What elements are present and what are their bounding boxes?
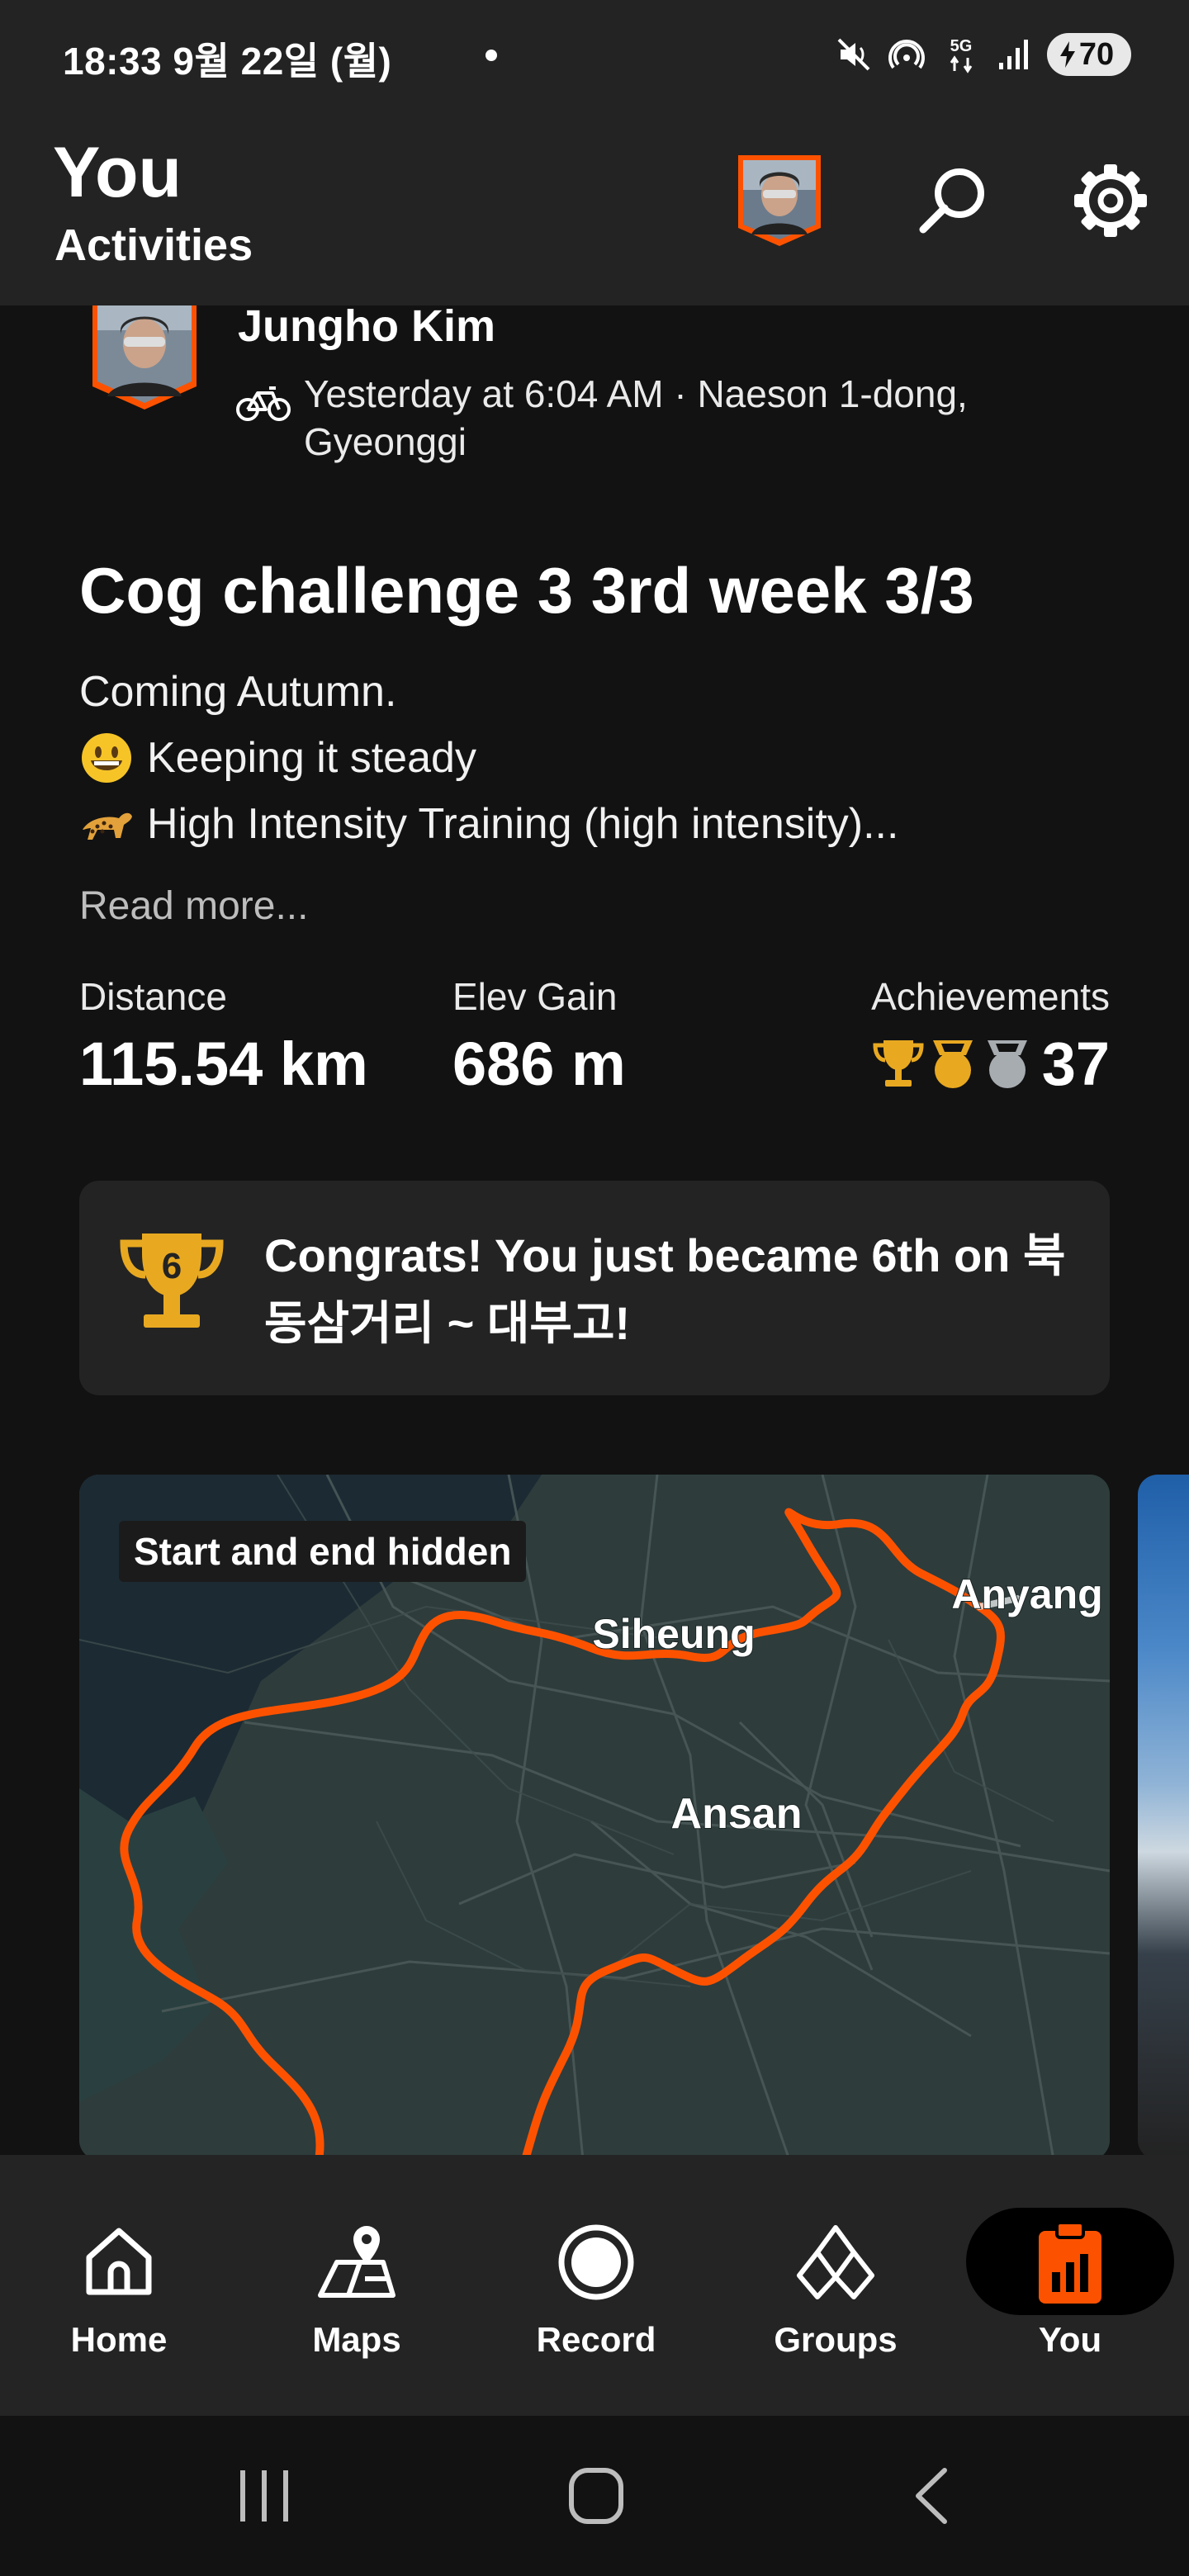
app-header: You Activities bbox=[0, 107, 1189, 305]
status-bar: 18:33 9월 22일 (월) 5G 70 bbox=[0, 0, 1189, 107]
back-button-icon[interactable] bbox=[908, 2465, 955, 2526]
charging-bolt-icon bbox=[1060, 41, 1075, 68]
profile-avatar[interactable] bbox=[733, 152, 826, 249]
map-place-label: Siheung bbox=[592, 1611, 755, 1657]
congrats-text: Congrats! You just became 6th on 북동삼거리 ~… bbox=[264, 1229, 1066, 1349]
page-title: You bbox=[53, 133, 182, 212]
activity-meta: Yesterday at 6:04 AM · Naeson 1-dong, Gy… bbox=[304, 372, 968, 463]
achievements-count: 37 bbox=[1041, 1030, 1110, 1098]
trophy-icon bbox=[873, 1039, 924, 1087]
battery-indicator: 70 bbox=[1047, 33, 1131, 76]
settings-gear-icon[interactable] bbox=[1065, 155, 1156, 246]
notification-dot-icon bbox=[486, 50, 497, 61]
stat-distance: Distance 115.54 km bbox=[79, 974, 368, 1099]
achievements-row: 37 bbox=[871, 1029, 1110, 1099]
stat-label: Elev Gain bbox=[452, 975, 618, 1018]
description-text: High Intensity Training (high intensity)… bbox=[147, 800, 899, 848]
battery-level: 70 bbox=[1078, 36, 1115, 72]
nav-label: Record bbox=[536, 2320, 656, 2359]
description-line: Coming Autumn. bbox=[79, 659, 898, 725]
athlete-avatar[interactable] bbox=[89, 305, 200, 413]
stat-elevation: Elev Gain 686 m bbox=[452, 974, 626, 1099]
nav-tab-home[interactable]: Home bbox=[36, 2155, 201, 2416]
bike-icon bbox=[236, 386, 291, 421]
activity-photo[interactable] bbox=[1138, 1475, 1189, 2155]
gold-medal-icon bbox=[932, 1039, 973, 1088]
nav-tab-maps[interactable]: Maps bbox=[274, 2155, 439, 2416]
system-nav-bar bbox=[0, 2416, 1189, 2576]
stat-label: Distance bbox=[79, 975, 227, 1018]
trophy-rank-icon: 6 bbox=[120, 1234, 224, 1328]
description-text: Keeping it steady bbox=[147, 734, 476, 782]
nav-tab-groups[interactable]: Groups bbox=[753, 2155, 918, 2416]
nav-tab-record[interactable]: Record bbox=[514, 2155, 679, 2416]
status-icons: 5G 70 bbox=[836, 30, 1131, 79]
page-subtitle[interactable]: Activities bbox=[54, 220, 253, 271]
description-line: High Intensity Training (high intensity)… bbox=[79, 791, 898, 857]
description-text: Coming Autumn. bbox=[79, 668, 397, 716]
recent-apps-icon[interactable] bbox=[236, 2465, 292, 2526]
home-icon bbox=[86, 2228, 152, 2295]
signal-icon bbox=[999, 40, 1028, 69]
silver-medal-icon bbox=[987, 1039, 1027, 1088]
segment-congrats-card[interactable]: 6 Congrats! You just became 6th on 북동삼거리… bbox=[79, 1181, 1110, 1395]
groups-icon bbox=[797, 2225, 874, 2299]
read-more-link[interactable]: Read more... bbox=[79, 883, 308, 929]
nav-label: Home bbox=[70, 2320, 168, 2359]
rank-number: 6 bbox=[162, 1246, 182, 1286]
nav-label: You bbox=[1038, 2320, 1102, 2359]
maps-icon bbox=[318, 2226, 396, 2298]
privacy-badge: Start and end hidden bbox=[119, 1521, 527, 1582]
stat-achievements[interactable]: Achievements 37 bbox=[871, 974, 1110, 1099]
bottom-nav: Home Maps Record Groups You bbox=[0, 2155, 1189, 2416]
hotspot-icon bbox=[888, 40, 925, 69]
map-place-label: Anyang bbox=[951, 1571, 1102, 1617]
stat-label: Achievements bbox=[871, 975, 1110, 1018]
activity-feed[interactable]: Jungho Kim Yesterday at 6:04 AM · Naeson… bbox=[0, 305, 1189, 2155]
nav-label: Maps bbox=[312, 2320, 401, 2359]
activity-description: Coming Autumn. Keeping it steady High In… bbox=[79, 659, 898, 857]
activity-title[interactable]: Cog challenge 3 3rd week 3/3 bbox=[79, 553, 974, 628]
you-icon bbox=[1039, 2221, 1101, 2304]
stat-value: 115.54 km bbox=[79, 1030, 368, 1098]
grinning-face-icon bbox=[82, 733, 131, 783]
status-time: 18:33 9월 22일 (월) bbox=[63, 40, 392, 83]
5g-icon: 5G bbox=[950, 37, 973, 73]
mute-icon bbox=[837, 38, 870, 71]
map-place-label: Ansan bbox=[671, 1790, 803, 1838]
home-button-icon[interactable] bbox=[566, 2465, 626, 2526]
nav-label: Groups bbox=[774, 2320, 898, 2359]
nav-tab-you[interactable]: You bbox=[988, 2155, 1153, 2416]
athlete-name[interactable]: Jungho Kim bbox=[238, 305, 495, 352]
network-label: 5G bbox=[950, 37, 973, 55]
record-icon bbox=[558, 2224, 634, 2300]
leopard-icon bbox=[83, 812, 132, 840]
search-icon[interactable] bbox=[908, 155, 999, 246]
route-map[interactable]: Siheung Anyang Ansan Start and end hidde… bbox=[79, 1475, 1110, 2155]
description-line: Keeping it steady bbox=[79, 725, 898, 791]
stat-value: 686 m bbox=[452, 1030, 626, 1098]
